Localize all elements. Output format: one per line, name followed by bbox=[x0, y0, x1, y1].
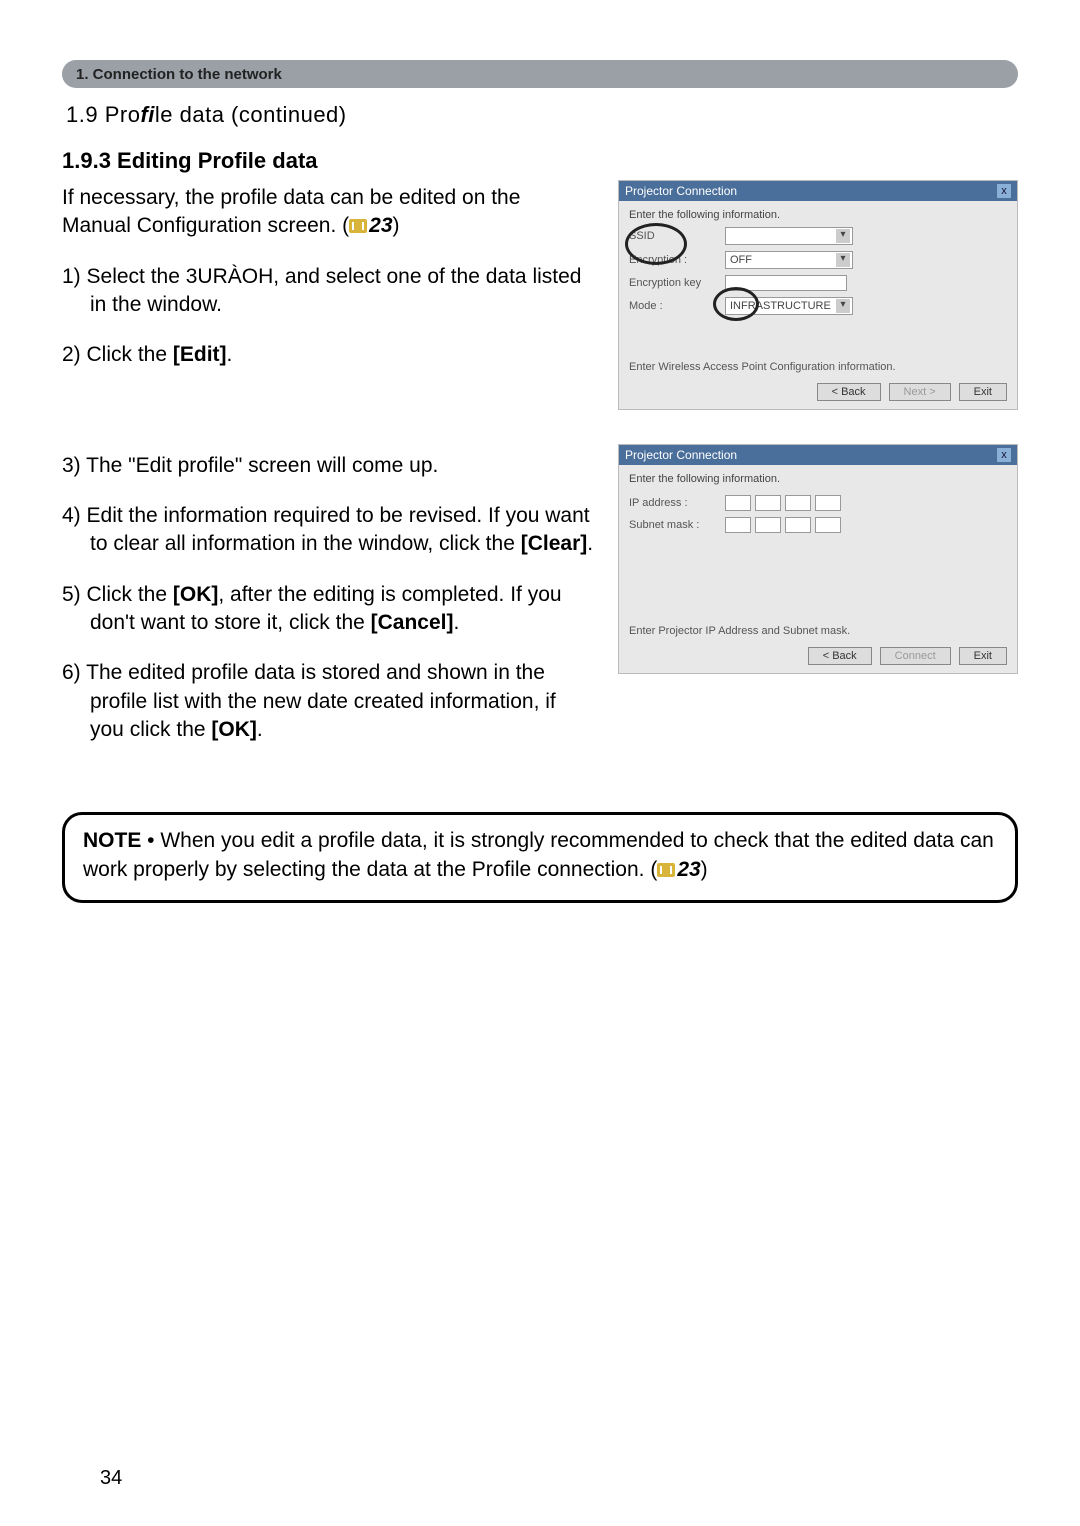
close-icon[interactable]: x bbox=[997, 448, 1011, 462]
dialog-hint: Enter Projector IP Address and Subnet ma… bbox=[629, 625, 850, 637]
dialog-prompt: Enter the following information. bbox=[629, 209, 1007, 221]
note-box: NOTE • When you edit a proﬁle data, it i… bbox=[62, 812, 1018, 903]
step-2: 2) Click the [Edit]. bbox=[62, 341, 594, 369]
step-3: 3) The "Edit proﬁle" screen will come up… bbox=[62, 452, 594, 480]
chevron-down-icon: ▾ bbox=[836, 253, 850, 267]
close-icon[interactable]: x bbox=[997, 184, 1011, 198]
dialog-hint: Enter Wireless Access Point Configuratio… bbox=[629, 361, 896, 373]
book-ref-icon bbox=[349, 219, 367, 233]
exit-button[interactable]: Exit bbox=[959, 383, 1007, 401]
screenshot-ip-config: Projector Connection x Enter the followi… bbox=[618, 444, 1018, 674]
page-number: 34 bbox=[100, 1467, 122, 1490]
dialog-title: Projector Connection bbox=[625, 448, 737, 462]
subnet-mask-input[interactable] bbox=[725, 517, 841, 533]
step-6: 6) The edited proﬁle data is stored and … bbox=[62, 659, 594, 744]
annotation-circle-icon bbox=[713, 287, 759, 321]
connect-button[interactable]: Connect bbox=[880, 647, 951, 665]
dialog-title: Projector Connection bbox=[625, 184, 737, 198]
chevron-down-icon: ▾ bbox=[836, 299, 850, 313]
section-header-text: 1. Connection to the network bbox=[76, 66, 282, 83]
back-button[interactable]: < Back bbox=[817, 383, 881, 401]
subheading: 1.9.3 Editing Profile data bbox=[62, 148, 1018, 174]
step-1: 1) Select the 3URÀOH, and select one of … bbox=[62, 263, 594, 320]
next-button[interactable]: Next > bbox=[889, 383, 951, 401]
book-ref-icon bbox=[657, 863, 675, 877]
ip-address-input[interactable] bbox=[725, 495, 841, 511]
step-4: 4) Edit the information required to be r… bbox=[62, 502, 594, 559]
encryption-select[interactable]: OFF▾ bbox=[725, 251, 853, 269]
exit-button[interactable]: Exit bbox=[959, 647, 1007, 665]
screenshot-wireless-config: Projector Connection x Enter the followi… bbox=[618, 180, 1018, 410]
continued-heading: 1.9 Profile data (continued) bbox=[66, 102, 1014, 128]
subnet-mask-label: Subnet mask : bbox=[629, 519, 719, 531]
encryption-key-label: Encryption key bbox=[629, 277, 719, 289]
step-5: 5) Click the [OK], after the editing is … bbox=[62, 581, 594, 638]
back-button[interactable]: < Back bbox=[808, 647, 872, 665]
mode-label: Mode : bbox=[629, 300, 719, 312]
section-header-bar: 1. Connection to the network bbox=[62, 60, 1018, 88]
intro-paragraph: If necessary, the proﬁle data can be edi… bbox=[62, 184, 594, 241]
annotation-circle-icon bbox=[625, 223, 687, 265]
dialog-prompt: Enter the following information. bbox=[629, 473, 1007, 485]
ssid-select[interactable]: ▾ bbox=[725, 227, 853, 245]
chevron-down-icon: ▾ bbox=[836, 229, 850, 243]
ip-address-label: IP address : bbox=[629, 497, 719, 509]
note-label: NOTE bbox=[83, 829, 141, 852]
